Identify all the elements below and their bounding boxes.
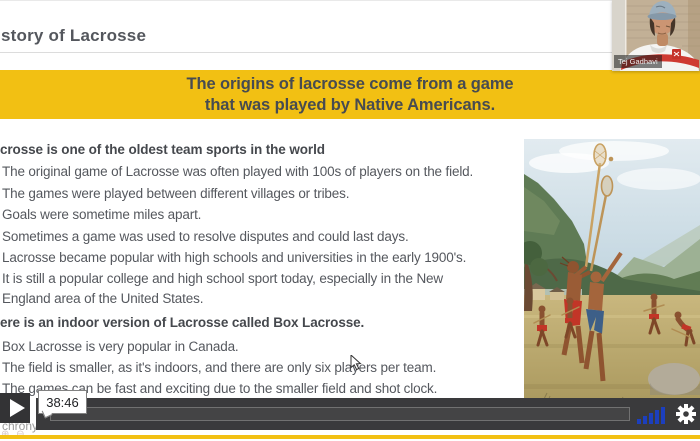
bullet-line: The original game of Lacrosse was often …: [2, 163, 473, 180]
bullet-line: The field is smaller, as it's indoors, a…: [2, 359, 436, 376]
bullet-line: Box Lacrosse is very popular in Canada.: [2, 338, 239, 355]
player-control-bar: [36, 398, 700, 430]
headline-banner: The origins of lacrosse come from a game…: [0, 70, 700, 119]
bullet-line: The games were played between different …: [2, 185, 349, 202]
bullet-line: It is still a popular college and high s…: [2, 270, 443, 287]
play-button[interactable]: [0, 393, 30, 423]
bullet-line: Sometimes a game was used to resolve dis…: [2, 228, 409, 245]
mouse-cursor-icon: [350, 355, 362, 371]
section1-heading: crosse is one of the oldest team sports …: [0, 141, 325, 158]
tooltip-time: 38:46: [46, 395, 79, 410]
seek-bar[interactable]: [50, 407, 630, 421]
bullet-line: Goals were sometime miles apart.: [2, 206, 201, 223]
signal-bars-icon[interactable]: [637, 407, 665, 424]
slide-title-partial: story of Lacrosse: [1, 26, 146, 46]
settings-gear-icon[interactable]: [675, 403, 697, 425]
webcam-name-label: Tej Gadhavi: [614, 55, 662, 68]
top-border: [0, 0, 700, 1]
banner-line-2: that was played by Native Americans.: [205, 95, 495, 116]
title-divider: [0, 52, 700, 53]
section2-heading: ere is an indoor version of Lacrosse cal…: [0, 314, 364, 331]
bottom-accent-line: [0, 435, 700, 439]
banner-line-1: The origins of lacrosse come from a game: [186, 74, 513, 95]
video-lesson-frame: story of Lacrosse The origins of lacross…: [0, 0, 700, 441]
bullet-line: England area of the United States.: [2, 290, 203, 307]
ball: [609, 157, 614, 162]
seek-time-tooltip: 38:46: [38, 390, 87, 414]
presenter-webcam-video: Tej Gadhavi: [612, 0, 700, 71]
bullet-line: Lacrosse became popular with high school…: [2, 249, 466, 266]
lacrosse-painting-image: [524, 139, 700, 423]
play-icon: [10, 399, 25, 417]
